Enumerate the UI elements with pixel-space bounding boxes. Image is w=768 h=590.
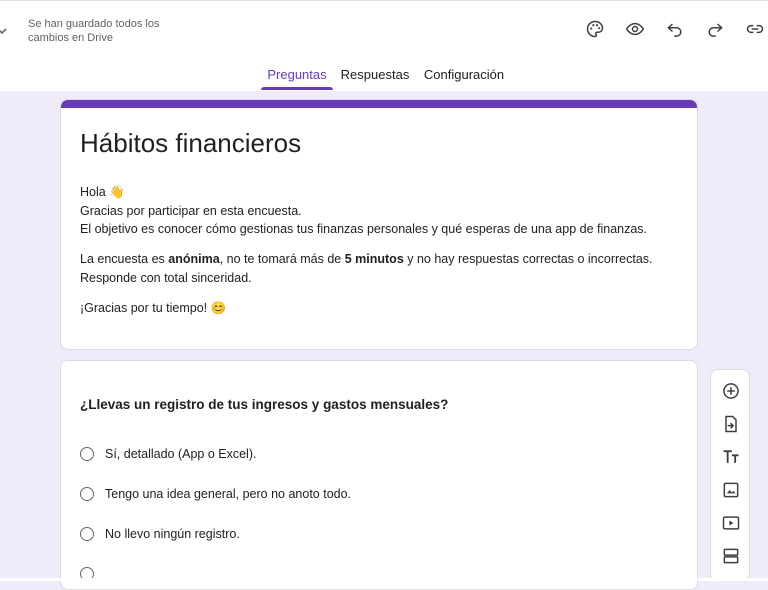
tab-bar: Preguntas Respuestas Configuración: [0, 67, 768, 91]
description-line: El objetivo es conocer cómo gestionas tu…: [80, 222, 648, 236]
palette-icon[interactable]: [583, 17, 607, 41]
tab-respuestas[interactable]: Respuestas: [340, 67, 410, 91]
option-label: Sí, detallado (App o Excel).: [105, 447, 257, 461]
add-section-icon[interactable]: [719, 544, 743, 568]
form-header-card[interactable]: Hábitos financieros Hola 👋 Gracias por p…: [60, 99, 698, 350]
link-icon[interactable]: [743, 17, 767, 41]
undo-icon[interactable]: [663, 17, 687, 41]
import-questions-icon[interactable]: [719, 412, 743, 436]
form-title[interactable]: Hábitos financieros: [80, 128, 301, 159]
description-greeting: Hola 👋: [80, 185, 125, 199]
floating-toolbar: [710, 369, 750, 581]
top-bar: Se han guardado todos los cambios en Dri…: [0, 0, 768, 91]
description-line: Gracias por participar en esta encuesta.: [80, 204, 302, 218]
question-title[interactable]: ¿Llevas un registro de tus ingresos y ga…: [80, 397, 448, 412]
option-label: No llevo ningún registro.: [105, 527, 240, 541]
chevron-icon[interactable]: [0, 25, 8, 39]
tab-configuracion[interactable]: Configuración: [422, 67, 506, 91]
add-question-icon[interactable]: [719, 379, 743, 403]
redo-icon[interactable]: [703, 17, 727, 41]
card-accent-bar: [61, 100, 697, 108]
active-tab-indicator: [261, 87, 333, 90]
eye-icon[interactable]: [623, 17, 647, 41]
option-label: Tengo una idea general, pero no anoto to…: [105, 487, 352, 501]
radio-button[interactable]: [80, 447, 94, 461]
add-video-icon[interactable]: [719, 511, 743, 535]
save-status: Se han guardado todos los cambios en Dri…: [28, 18, 160, 44]
description-thanks: ¡Gracias por tu tiempo! 😊: [80, 301, 227, 315]
add-title-icon[interactable]: [719, 445, 743, 469]
add-image-icon[interactable]: [719, 478, 743, 502]
question-card[interactable]: ¿Llevas un registro de tus ingresos y ga…: [60, 360, 698, 590]
radio-button[interactable]: [80, 487, 94, 501]
description-line: Responde con total sinceridad.: [80, 271, 252, 285]
description-paragraph: La encuesta es anónima, no te tomará más…: [80, 252, 653, 266]
radio-button[interactable]: [80, 527, 94, 541]
